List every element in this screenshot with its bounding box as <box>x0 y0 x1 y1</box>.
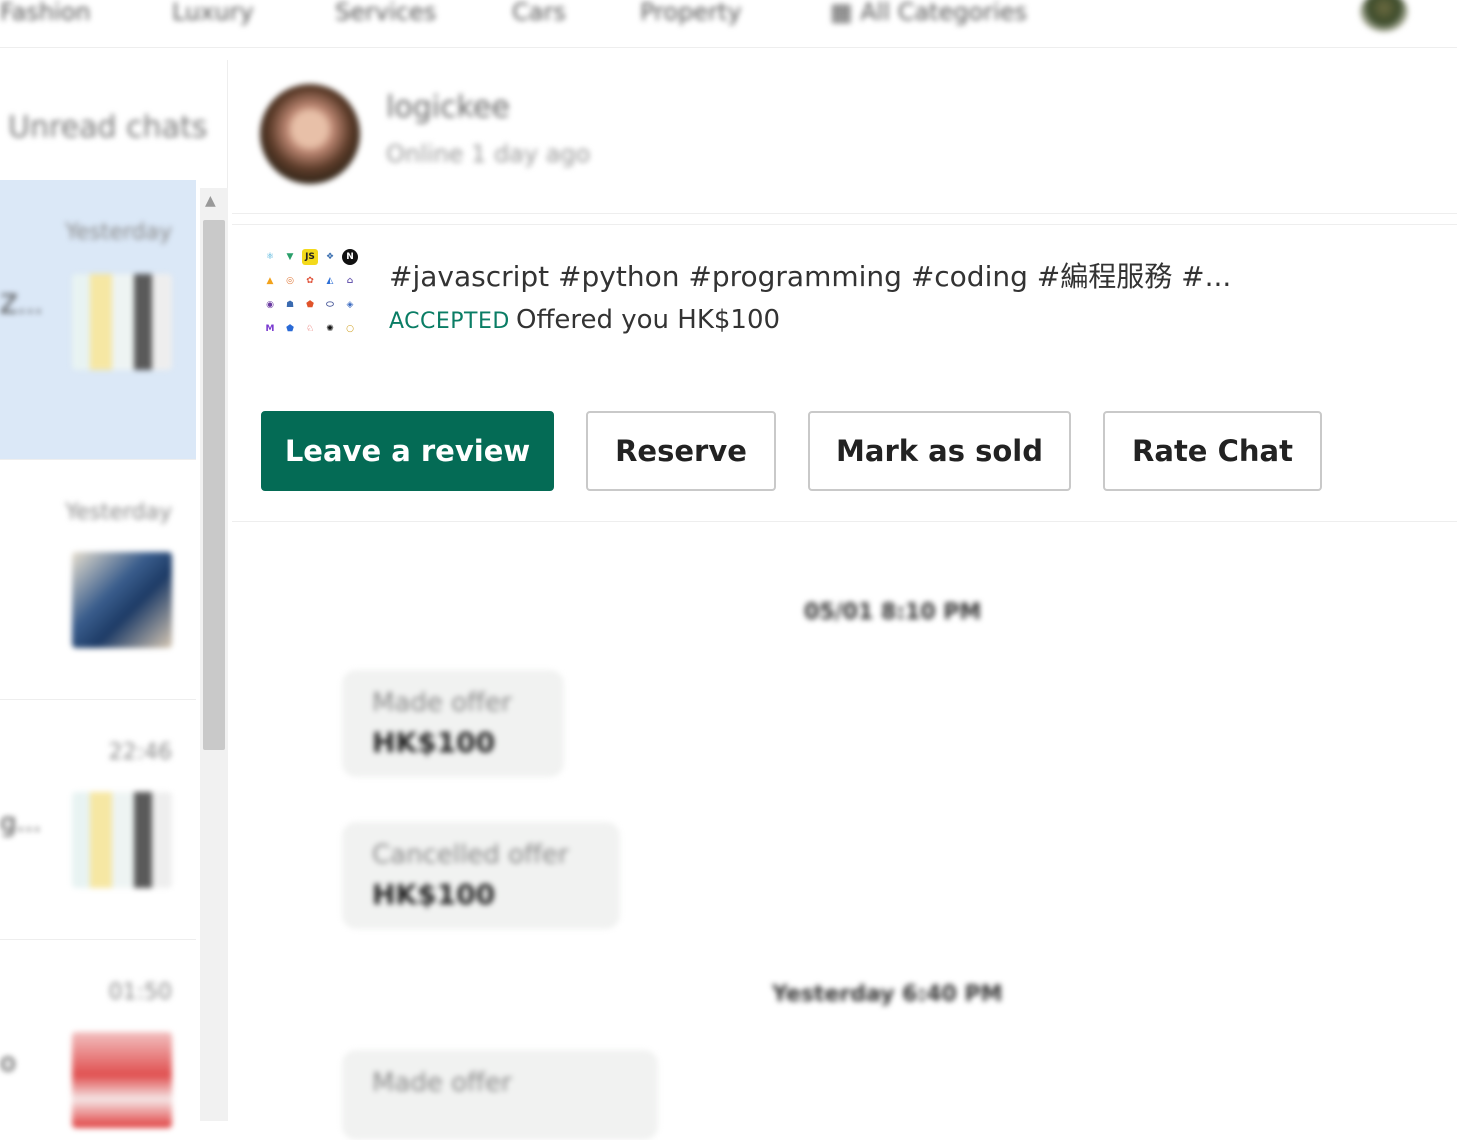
rate-chat-button[interactable]: Rate Chat <box>1103 411 1322 491</box>
message-event-label: Cancelled offer <box>372 840 569 870</box>
nav-item-all-categories[interactable]: ▦ All Categories <box>830 0 1027 26</box>
message-date-divider: Yesterday 6:40 PM <box>772 982 1003 1007</box>
php-logo-icon: ⬭ <box>326 300 334 310</box>
nav-item-fashion[interactable]: Fashion <box>0 0 91 26</box>
bootstrap-logo-icon: ⌂ <box>346 276 354 286</box>
chat-list-item[interactable]: 22:46 g... <box>0 700 196 940</box>
firebase-logo-icon: ▲ <box>266 276 274 286</box>
jupyter-logo-icon: ◎ <box>286 276 294 286</box>
react-logo-icon: ⚛ <box>265 252 275 262</box>
message-event-label: Made offer <box>372 1068 512 1098</box>
listing-title[interactable]: #javascript #python #programming #coding… <box>389 255 1231 295</box>
css3-logo-icon: ⬟ <box>286 324 294 334</box>
chat-header: logickee Online 1 day ago <box>232 60 1457 214</box>
html5-logo-icon: ⬟ <box>306 300 314 310</box>
chat-time: 01:50 <box>108 980 172 1005</box>
figma-logo-icon: ✿ <box>306 276 314 286</box>
message-bubble: Made offer HK$100 <box>342 670 564 777</box>
message-offer-amount: HK$100 <box>372 726 496 759</box>
azure-logo-icon: ◭ <box>326 276 334 286</box>
mark-as-sold-button[interactable]: Mark as sold <box>808 411 1071 491</box>
contact-online-status: Online 1 day ago <box>386 140 591 168</box>
message-offer-amount: HK$100 <box>372 878 496 911</box>
reserve-button[interactable]: Reserve <box>586 411 776 491</box>
nav-item-luxury[interactable]: Luxury <box>172 0 254 26</box>
chat-time: Yesterday <box>65 500 172 525</box>
chat-item-thumbnail <box>72 274 172 370</box>
chat-snippet: o <box>0 1048 16 1078</box>
gatsby-logo-icon: ◉ <box>266 300 274 310</box>
contact-username[interactable]: logickee <box>386 90 510 125</box>
user-avatar[interactable] <box>1360 0 1408 32</box>
gitbook-logo-icon: ◈ <box>346 300 354 310</box>
chat-item-thumbnail <box>72 792 172 888</box>
motion-logo-icon: M <box>265 324 275 334</box>
laravel-logo-icon: ♘ <box>305 324 315 334</box>
scroll-up-arrow-icon[interactable]: ▲ <box>205 193 216 209</box>
unread-chats-filter[interactable]: Unread chats <box>8 110 207 145</box>
message-bubble: Made offer <box>342 1050 658 1140</box>
chat-snippet: Z... <box>0 290 43 320</box>
chat-snippet: g... <box>0 808 42 838</box>
chat-list-sidebar: Unread chats Yesterday Z... Yesterday 22… <box>0 60 228 1128</box>
message-date-divider: 05/01 8:10 PM <box>804 600 982 625</box>
nav-item-services[interactable]: Services <box>335 0 436 26</box>
offer-status-badge: ACCEPTED <box>389 309 510 334</box>
misc-logo-icon: ○ <box>346 324 354 334</box>
chat-time: 22:46 <box>108 740 172 765</box>
message-list: 05/01 8:10 PM Made offer HK$100 Cancelle… <box>232 530 1457 1140</box>
message-event-label: Made offer <box>372 688 512 718</box>
sidebar-scroll-thumb[interactable] <box>203 220 225 750</box>
chat-list-item[interactable]: 01:50 o <box>0 940 196 1140</box>
vue-logo-icon: ▼ <box>286 252 294 262</box>
chat-list-item[interactable]: Yesterday <box>0 460 196 700</box>
chat-item-thumbnail <box>72 552 172 648</box>
nextjs-logo-icon: N <box>342 249 358 265</box>
postgres-logo-icon: ☗ <box>285 300 295 310</box>
js-logo-icon: JS <box>302 249 318 265</box>
nav-item-property[interactable]: Property <box>640 0 742 26</box>
top-nav: Fashion Luxury Services Cars Property ▦ … <box>0 0 1457 48</box>
chat-item-thumbnail <box>72 1032 172 1128</box>
contact-avatar[interactable] <box>260 84 360 184</box>
python-logo-icon: ❖ <box>325 252 335 262</box>
listing-thumbnail[interactable]: ⚛ ▼ JS ❖ N ▲ ◎ ✿ ◭ ⌂ ◉ ☗ ⬟ ⬭ ◈ M ⬟ ♘ ✺ ○ <box>260 249 360 343</box>
openai-logo-icon: ✺ <box>326 324 334 334</box>
grid-icon: ▦ <box>830 0 861 26</box>
chat-list-item[interactable]: Yesterday Z... <box>0 180 196 460</box>
chat-panel: logickee Online 1 day ago ⚛ ▼ JS ❖ N ▲ ◎… <box>232 60 1457 1140</box>
offer-amount-text: Offered you HK$100 <box>516 305 781 335</box>
message-bubble: Cancelled offer HK$100 <box>342 822 620 929</box>
nav-item-cars[interactable]: Cars <box>512 0 566 26</box>
leave-review-button[interactable]: Leave a review <box>261 411 554 491</box>
listing-summary: ⚛ ▼ JS ❖ N ▲ ◎ ✿ ◭ ⌂ ◉ ☗ ⬟ ⬭ ◈ M ⬟ ♘ ✺ ○… <box>232 224 1457 522</box>
chat-time: Yesterday <box>65 220 172 245</box>
